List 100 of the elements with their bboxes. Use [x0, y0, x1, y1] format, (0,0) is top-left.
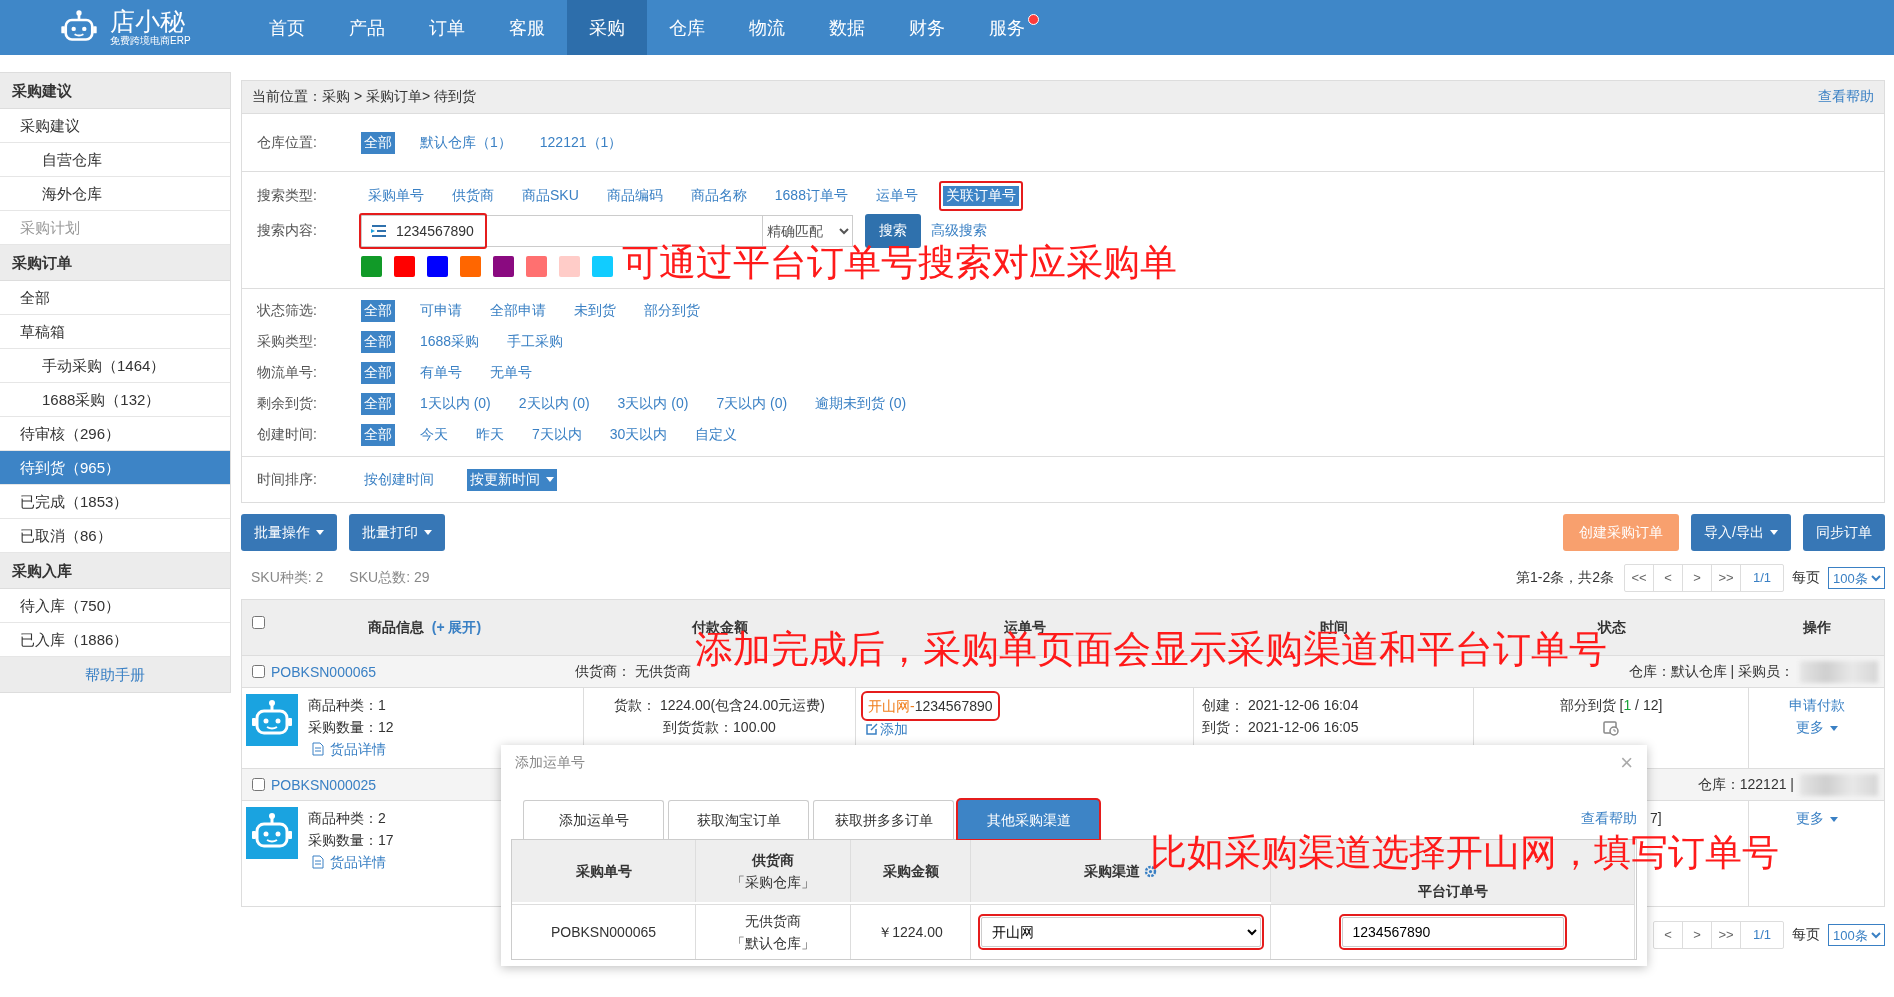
filter-option[interactable]: 商品名称: [683, 180, 754, 211]
filter-option[interactable]: 可申请: [417, 299, 465, 322]
filter-option[interactable]: 全部: [361, 330, 395, 353]
sidebar-item[interactable]: 已完成（1853）: [0, 485, 230, 519]
filter-option[interactable]: 供货商: [445, 180, 501, 211]
filter-option[interactable]: 1688采购: [417, 330, 483, 353]
row-checkbox[interactable]: [252, 665, 265, 678]
expand-link[interactable]: (+ 展开): [427, 618, 482, 635]
add-link[interactable]: 添加: [866, 718, 908, 740]
page-indicator[interactable]: 1/1: [1741, 565, 1783, 591]
filter-option[interactable]: 手工采购: [504, 330, 567, 353]
select-all-checkbox[interactable]: [252, 616, 265, 629]
filter-option[interactable]: 关联订单号: [938, 180, 1023, 211]
page-button[interactable]: <<: [1625, 565, 1654, 591]
filter-option[interactable]: 全部: [361, 392, 395, 415]
filter-option[interactable]: 采购单号: [361, 180, 431, 211]
filter-option[interactable]: 1688订单号: [767, 180, 855, 211]
filter-option[interactable]: 3天以内 (0): [614, 392, 692, 415]
nav-tab[interactable]: 订单: [407, 0, 487, 55]
page-button[interactable]: >: [1683, 565, 1712, 591]
nav-tab[interactable]: 产品: [327, 0, 407, 55]
dialog-tab[interactable]: 获取淘宝订单: [668, 800, 809, 839]
filter-option[interactable]: 默认仓库（1）: [417, 131, 515, 154]
color-tag[interactable]: [460, 256, 481, 277]
nav-tab[interactable]: 物流: [727, 0, 807, 55]
nav-tab[interactable]: 客服: [487, 0, 567, 55]
filter-option[interactable]: 有单号: [417, 361, 465, 384]
nav-tab[interactable]: 仓库: [647, 0, 727, 55]
filter-option[interactable]: 部分到货: [641, 299, 703, 322]
page-button[interactable]: >>: [1712, 922, 1741, 948]
help-link[interactable]: 帮助手册: [0, 657, 230, 692]
sidebar-item[interactable]: 待到货（965）: [0, 451, 230, 485]
help-link[interactable]: 查看帮助: [1581, 810, 1637, 828]
filter-option[interactable]: 7天以内: [529, 423, 585, 446]
nav-tab[interactable]: 财务: [887, 0, 967, 55]
toolbar-button[interactable]: 同步订单: [1803, 514, 1885, 551]
sidebar-item[interactable]: 采购建议: [0, 109, 230, 143]
nav-tab[interactable]: 采购: [567, 0, 647, 55]
filter-option[interactable]: 7天以内 (0): [713, 392, 791, 415]
filter-option[interactable]: 2天以内 (0): [515, 392, 593, 415]
sidebar-item[interactable]: 草稿箱: [0, 315, 230, 349]
nav-tab[interactable]: 服务: [967, 0, 1047, 55]
toolbar-button[interactable]: 批量打印: [349, 514, 445, 551]
dialog-tab[interactable]: 获取拼多多订单: [813, 800, 954, 839]
row-checkbox[interactable]: [252, 778, 265, 791]
page-button[interactable]: >>: [1712, 565, 1741, 591]
page-button[interactable]: <: [1654, 565, 1683, 591]
color-tag[interactable]: [526, 256, 547, 277]
nav-tab[interactable]: 首页: [247, 0, 327, 55]
color-tag[interactable]: [493, 256, 514, 277]
dialog-tab[interactable]: 其他采购渠道: [958, 800, 1099, 839]
filter-option[interactable]: 全部: [361, 361, 395, 384]
color-tag[interactable]: [394, 256, 415, 277]
filter-option[interactable]: 商品SKU: [515, 180, 586, 211]
sort-option[interactable]: 按更新时间: [467, 468, 557, 491]
help-link[interactable]: 查看帮助: [1818, 88, 1874, 106]
order-number-field[interactable]: 1234567890: [1341, 917, 1564, 947]
per-page-select[interactable]: 100条: [1828, 567, 1885, 589]
sidebar-item[interactable]: 手动采购（1464）: [0, 349, 230, 383]
filter-option[interactable]: 未到货: [571, 299, 619, 322]
sidebar-item[interactable]: 自营仓库: [0, 143, 230, 177]
action-link[interactable]: 更多: [1796, 719, 1838, 735]
detail-link[interactable]: 货品详情: [312, 738, 386, 760]
color-tag[interactable]: [361, 256, 382, 277]
filter-option[interactable]: 运单号: [868, 180, 925, 211]
order-link[interactable]: POBKSN000025: [271, 776, 377, 793]
per-page-select[interactable]: 100条: [1828, 924, 1885, 946]
filter-option[interactable]: 商品编码: [599, 180, 670, 211]
filter-option[interactable]: 122121（1）: [536, 131, 626, 154]
action-link[interactable]: 更多: [1796, 810, 1838, 826]
sort-option[interactable]: 按创建时间: [361, 468, 437, 491]
filter-option[interactable]: 全部: [361, 423, 395, 446]
color-tag[interactable]: [427, 256, 448, 277]
filter-option[interactable]: 全部: [361, 299, 395, 322]
filter-option[interactable]: 自定义: [692, 423, 741, 446]
filter-option[interactable]: 全部: [361, 131, 395, 154]
page-button[interactable]: <: [1654, 922, 1683, 948]
color-tag[interactable]: [559, 256, 580, 277]
toolbar-button[interactable]: 批量操作: [241, 514, 337, 551]
advanced-search-link[interactable]: 高级搜索: [931, 222, 987, 240]
sidebar-item[interactable]: 待入库（750）: [0, 589, 230, 623]
action-link[interactable]: 申请付款: [1789, 697, 1845, 713]
filter-option[interactable]: 1天以内 (0): [417, 392, 494, 415]
filter-option[interactable]: 今天: [417, 423, 451, 446]
channel-select[interactable]: 开山网: [980, 917, 1261, 947]
nav-tab[interactable]: 数据: [807, 0, 887, 55]
sidebar-item[interactable]: 1688采购（132）: [0, 383, 230, 417]
filter-option[interactable]: 全部申请: [487, 299, 549, 322]
detail-link[interactable]: 货品详情: [312, 851, 386, 873]
order-link[interactable]: POBKSN000065: [271, 663, 377, 680]
filter-option[interactable]: 逾期未到货 (0): [812, 392, 910, 415]
sidebar-item[interactable]: 全部: [0, 281, 230, 315]
color-tag[interactable]: [592, 256, 613, 277]
filter-option[interactable]: 30天以内: [606, 423, 671, 446]
filter-option[interactable]: 昨天: [473, 423, 507, 446]
dialog-tab[interactable]: 添加运单号: [523, 800, 664, 839]
close-button[interactable]: ×: [1620, 750, 1633, 776]
page-button[interactable]: >: [1683, 922, 1712, 948]
page-indicator[interactable]: 1/1: [1741, 922, 1783, 948]
sidebar-item[interactable]: 海外仓库: [0, 177, 230, 211]
